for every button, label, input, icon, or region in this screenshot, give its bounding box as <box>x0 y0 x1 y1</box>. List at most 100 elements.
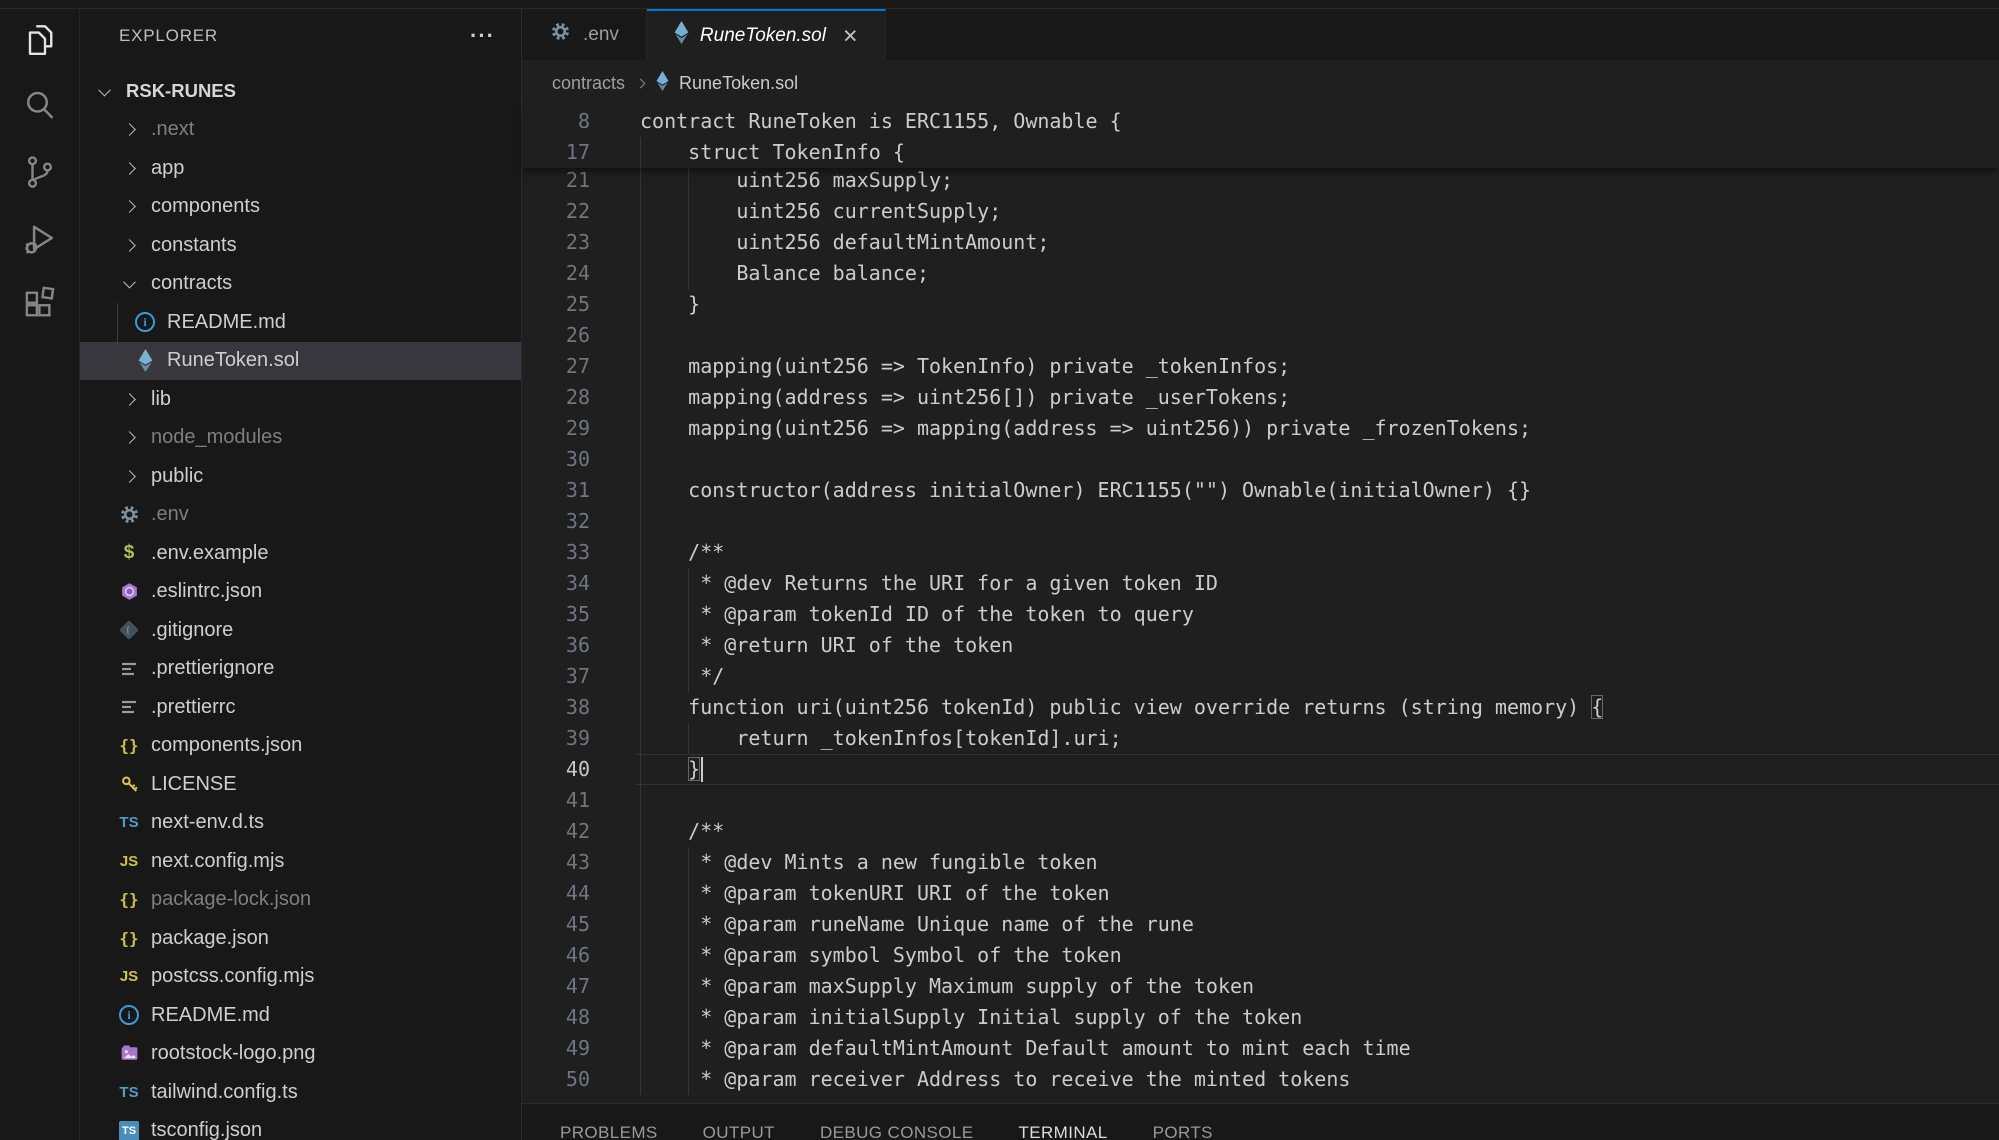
tree-item--eslintrc-json[interactable]: .eslintrc.json <box>80 573 521 612</box>
tree-item-label: lib <box>151 388 171 411</box>
activity-run-debug-button[interactable] <box>0 207 79 273</box>
code-line-43[interactable]: 43 * @dev Mints a new fungible token <box>522 847 1999 878</box>
more-actions-icon[interactable]: ··· <box>470 31 495 41</box>
panel-tab-terminal[interactable]: TERMINAL <box>1018 1123 1107 1140</box>
code-text: constructor(address initialOwner) ERC115… <box>640 475 1531 506</box>
code-line-34[interactable]: 34 * @dev Returns the URI for a given to… <box>522 568 1999 599</box>
tree-item-components-json[interactable]: {}components.json <box>80 727 521 766</box>
chevron-right-icon <box>123 431 136 444</box>
chevron-right-icon <box>123 162 136 175</box>
code-line-29[interactable]: 29 mapping(uint256 => mapping(address =>… <box>522 413 1999 444</box>
gear-icon <box>549 20 572 49</box>
code-line-42[interactable]: 42 /** <box>522 816 1999 847</box>
code-line-48[interactable]: 48 * @param initialSupply Initial supply… <box>522 1002 1999 1033</box>
code-line-23[interactable]: 23 uint256 defaultMintAmount; <box>522 227 1999 258</box>
tree-item-runetoken-sol[interactable]: RuneToken.sol <box>80 342 521 381</box>
tree-item-package-lock-json[interactable]: {}package-lock.json <box>80 881 521 920</box>
code-line-38[interactable]: 38 function uri(uint256 tokenId) public … <box>522 692 1999 723</box>
tree-item--env[interactable]: .env <box>80 496 521 535</box>
tree-item-contracts[interactable]: contracts <box>80 265 521 304</box>
code-line-41[interactable]: 41 <box>522 785 1999 816</box>
code-line-46[interactable]: 46 * @param symbol Symbol of the token <box>522 940 1999 971</box>
tree-item-node-modules[interactable]: node_modules <box>80 419 521 458</box>
code-line-40[interactable]: 40 } <box>522 754 1999 785</box>
panel-tab-problems[interactable]: PROBLEMS <box>560 1123 658 1140</box>
breadcrumb-folder[interactable]: contracts <box>552 73 625 94</box>
info-icon: i <box>132 309 158 335</box>
tree-item--next[interactable]: .next <box>80 111 521 150</box>
line-number: 30 <box>522 444 590 475</box>
breadcrumb-file[interactable]: RuneToken.sol <box>679 73 798 94</box>
line-number: 17 <box>522 137 590 168</box>
activity-search-button[interactable] <box>0 75 79 141</box>
tree-item--env-example[interactable]: $.env.example <box>80 534 521 573</box>
code-viewport[interactable]: 21 uint256 maxSupply;22 uint256 currentS… <box>522 165 1999 1095</box>
tree-item--prettierrc[interactable]: .prettierrc <box>80 688 521 727</box>
code-line-39[interactable]: 39 return _tokenInfos[tokenId].uri; <box>522 723 1999 754</box>
code-line-8[interactable]: 8contract RuneToken is ERC1155, Ownable … <box>522 106 1999 137</box>
tree-item--prettierignore[interactable]: .prettierignore <box>80 650 521 689</box>
tree-item--gitignore[interactable]: .gitignore <box>80 611 521 650</box>
line-number: 35 <box>522 599 590 630</box>
tree-root-rsk-runes[interactable]: RSK-RUNES <box>80 72 521 111</box>
code-text: Balance balance; <box>640 258 929 289</box>
code-line-24[interactable]: 24 Balance balance; <box>522 258 1999 289</box>
editor-area: .envRuneToken.sol× contracts RuneToken.s… <box>522 9 1999 1140</box>
tree-item-label: contracts <box>151 272 232 295</box>
tree-item-app[interactable]: app <box>80 149 521 188</box>
code-line-27[interactable]: 27 mapping(uint256 => TokenInfo) private… <box>522 351 1999 382</box>
code-line-49[interactable]: 49 * @param defaultMintAmount Default am… <box>522 1033 1999 1064</box>
explorer-sidebar: EXPLORER ··· RSK-RUNES.nextappcomponents… <box>80 9 522 1140</box>
tab--env[interactable]: .env <box>522 9 647 60</box>
code-line-17[interactable]: 17 struct TokenInfo { <box>522 137 1999 168</box>
tree-item-next-env-d-ts[interactable]: TSnext-env.d.ts <box>80 804 521 843</box>
activity-source-control-button[interactable] <box>0 141 79 207</box>
tree-item-rootstock-logo-png[interactable]: rootstock-logo.png <box>80 1035 521 1074</box>
tree-item-tailwind-config-ts[interactable]: TStailwind.config.ts <box>80 1073 521 1112</box>
code-line-50[interactable]: 50 * @param receiver Address to receive … <box>522 1064 1999 1095</box>
code-text: * @param maxSupply Maximum supply of the… <box>640 971 1254 1002</box>
code-line-28[interactable]: 28 mapping(address => uint256[]) private… <box>522 382 1999 413</box>
tree-item-lib[interactable]: lib <box>80 380 521 419</box>
code-line-44[interactable]: 44 * @param tokenURI URI of the token <box>522 878 1999 909</box>
code-line-25[interactable]: 25 } <box>522 289 1999 320</box>
breadcrumb: contracts RuneToken.sol <box>522 60 1999 106</box>
code-line-30[interactable]: 30 <box>522 444 1999 475</box>
line-number: 27 <box>522 351 590 382</box>
tree-item-components[interactable]: components <box>80 188 521 227</box>
tab-runetoken-sol[interactable]: RuneToken.sol× <box>647 9 886 60</box>
tree-item-package-json[interactable]: {}package.json <box>80 919 521 958</box>
code-line-31[interactable]: 31 constructor(address initialOwner) ERC… <box>522 475 1999 506</box>
line-number: 23 <box>522 227 590 258</box>
tree-item-license[interactable]: LICENSE <box>80 765 521 804</box>
code-line-47[interactable]: 47 * @param maxSupply Maximum supply of … <box>522 971 1999 1002</box>
line-number: 28 <box>522 382 590 413</box>
tree-item-postcss-config-mjs[interactable]: JSpostcss.config.mjs <box>80 958 521 997</box>
code-line-32[interactable]: 32 <box>522 506 1999 537</box>
chevron-down-icon <box>123 276 136 289</box>
panel-tab-output[interactable]: OUTPUT <box>703 1123 775 1140</box>
panel-tab-debug-console[interactable]: DEBUG CONSOLE <box>820 1123 974 1140</box>
tree-item-next-config-mjs[interactable]: JSnext.config.mjs <box>80 842 521 881</box>
tree-item-public[interactable]: public <box>80 457 521 496</box>
tree-item-constants[interactable]: constants <box>80 226 521 265</box>
tree-item-tsconfig-json[interactable]: TStsconfig.json <box>80 1112 521 1140</box>
code-line-26[interactable]: 26 <box>522 320 1999 351</box>
activity-extensions-button[interactable] <box>0 273 79 339</box>
indent-guide <box>640 785 641 816</box>
line-number: 29 <box>522 413 590 444</box>
code-line-37[interactable]: 37 */ <box>522 661 1999 692</box>
tree-item-readme-md[interactable]: iREADME.md <box>80 303 521 342</box>
code-line-21[interactable]: 21 uint256 maxSupply; <box>522 165 1999 196</box>
code-line-35[interactable]: 35 * @param tokenId ID of the token to q… <box>522 599 1999 630</box>
activity-explorer-button[interactable] <box>0 9 79 75</box>
panel-tab-ports[interactable]: PORTS <box>1153 1123 1213 1140</box>
tree-item-readme-md[interactable]: iREADME.md <box>80 996 521 1035</box>
close-icon[interactable]: × <box>843 26 858 46</box>
line-number: 40 <box>522 754 590 785</box>
extensions-icon <box>20 284 60 329</box>
code-line-22[interactable]: 22 uint256 currentSupply; <box>522 196 1999 227</box>
code-line-45[interactable]: 45 * @param runeName Unique name of the … <box>522 909 1999 940</box>
code-line-33[interactable]: 33 /** <box>522 537 1999 568</box>
code-line-36[interactable]: 36 * @return URI of the token <box>522 630 1999 661</box>
